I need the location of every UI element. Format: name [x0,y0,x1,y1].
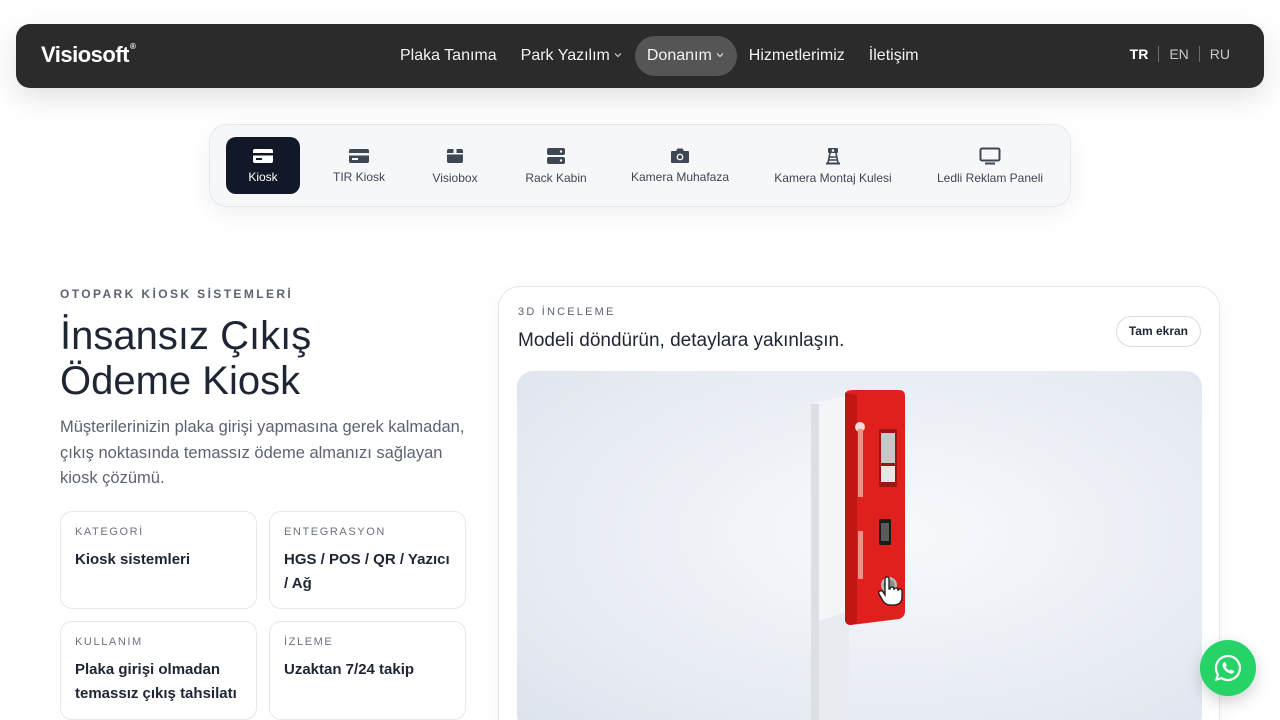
tab-label: TIR Kiosk [332,169,385,184]
tab-label: Kamera Montaj Kulesi [774,170,892,185]
tab-label: Rack Kabin [525,170,587,185]
card-value: Kiosk sistemleri [75,551,191,568]
whatsapp-button[interactable] [1200,640,1256,696]
nav-item-hizmetlerimiz[interactable]: Hizmetlerimiz [737,36,857,76]
tab-kiosk[interactable]: Kiosk [226,137,300,194]
info-card-entegrasyon: ENTEGRASYON HGS / POS / QR / Yazıcı / Ağ [269,511,466,609]
tab-tir-kiosk[interactable]: TIR Kiosk [318,137,400,194]
nav-item-label: Plaka Tanıma [400,47,497,64]
main-nav: Plaka Tanıma Park Yazılım Donanım Hizmet… [388,36,931,76]
nav-item-donanim[interactable]: Donanım [634,36,737,77]
lang-tr[interactable]: TR [1120,46,1159,62]
tower-icon [824,147,842,165]
kiosk-3d-model [811,390,905,720]
hand-pointer-icon [878,576,903,606]
card-label: KULLANIM [75,636,143,648]
tab-label: Kiosk [248,169,278,184]
brand-name: Visiosoft [41,42,130,67]
tab-visiobox[interactable]: Visiobox [416,137,494,194]
info-card-kategori: KATEGORİ Kiosk sistemleri [60,511,257,609]
info-card-kullanim: KULLANIM Plaka girişi olmadan temassız ç… [60,621,257,720]
card-icon [348,148,370,164]
hardware-subtabs: Kiosk TIR Kiosk Visiobox Rack Kabin Kame… [209,124,1071,207]
title-line-2: Ödeme Kiosk [60,359,301,403]
card-value: HGS / POS / QR / Yazıcı / Ağ [284,551,450,592]
nav-item-park-yazilim[interactable]: Park Yazılım [509,36,635,76]
box-icon [446,147,464,165]
hero-eyebrow: OTOPARK KİOSK SİSTEMLERİ [60,287,294,301]
tab-kamera-muhafaza[interactable]: Kamera Muhafaza [620,137,740,194]
lang-en[interactable]: EN [1159,46,1198,62]
top-navbar: Visiosoft® Plaka Tanıma Park Yazılım Don… [16,24,1264,88]
card-label: ENTEGRASYON [284,526,386,538]
nav-item-label: Park Yazılım [520,47,610,64]
tab-ledli-reklam-paneli[interactable]: Ledli Reklam Paneli [926,137,1054,194]
card-value: Plaka girişi olmadan temassız çıkış tahs… [75,661,237,702]
viewer-panel: 3D İNCELEME Modeli döndürün, detaylara y… [498,286,1220,720]
tab-kamera-montaj-kulesi[interactable]: Kamera Montaj Kulesi [764,137,902,194]
card-label: KATEGORİ [75,526,144,538]
viewer-title: Modeli döndürün, detaylara yakınlaşın. [518,330,845,351]
model-viewer-canvas[interactable] [517,371,1202,720]
brand-logo[interactable]: Visiosoft® [41,42,136,68]
language-switcher: TR EN RU [1120,46,1240,62]
tab-label: Ledli Reklam Paneli [936,170,1044,185]
nav-item-plaka-tanima[interactable]: Plaka Tanıma [388,36,509,76]
chevron-down-icon [715,37,725,77]
camera-icon [670,147,690,164]
viewer-eyebrow: 3D İNCELEME [518,306,616,318]
hero-description: Müşterilerinizin plaka girişi yapmasına … [60,418,465,487]
title-line-1: İnsansız Çıkış [60,314,312,358]
card-icon [252,148,274,164]
nav-item-label: Hizmetlerimiz [748,47,845,64]
nav-item-label: Donanım [646,47,712,64]
info-card-izleme: İZLEME Uzaktan 7/24 takip [269,621,466,720]
card-label: İZLEME [284,636,334,648]
tab-label: Kamera Muhafaza [630,170,730,184]
server-icon [546,147,566,165]
tab-rack-kabin[interactable]: Rack Kabin [508,137,604,194]
brand-registered-mark: ® [130,42,136,51]
monitor-icon [979,147,1001,165]
tab-label: Visiobox [432,170,478,185]
lang-ru[interactable]: RU [1200,46,1240,62]
whatsapp-icon [1214,654,1242,682]
nav-item-label: İletişim [868,47,919,64]
page-title: İnsansız Çıkış Ödeme Kiosk [60,314,480,404]
fullscreen-button[interactable]: Tam ekran [1115,316,1201,347]
chevron-down-icon [613,37,623,77]
card-value: Uzaktan 7/24 takip [284,661,415,678]
nav-item-iletisim[interactable]: İletişim [857,36,931,76]
